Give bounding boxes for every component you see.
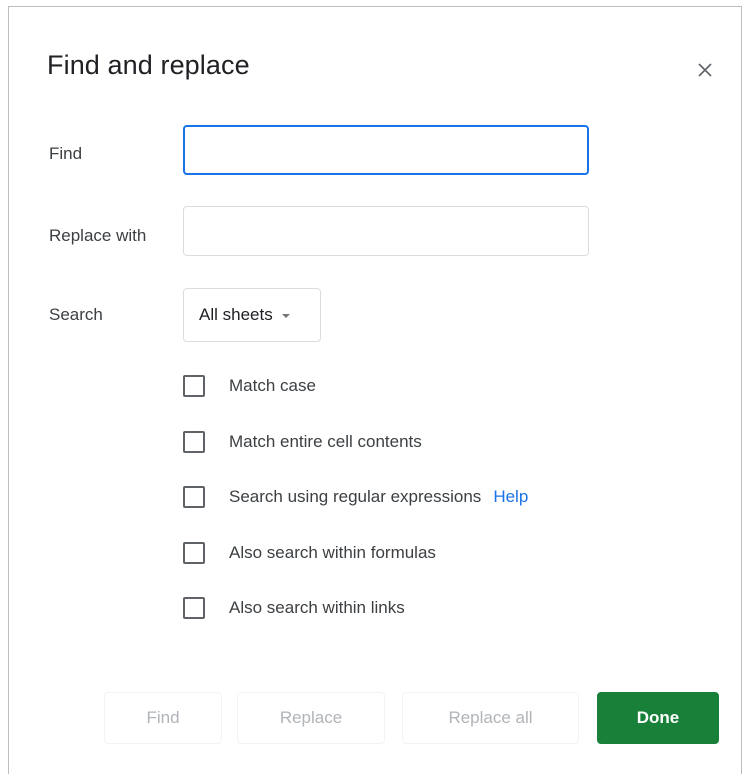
option-regex: Search using regular expressions Help [183, 483, 528, 511]
match-entire-cell-label: Match entire cell contents [229, 432, 422, 451]
find-label: Find [49, 144, 83, 163]
regex-checkbox[interactable] [183, 486, 205, 508]
option-search-links: Also search within links [183, 594, 405, 622]
option-match-case: Match case [183, 372, 316, 400]
close-button[interactable] [689, 54, 721, 86]
find-button[interactable]: Find [104, 692, 222, 744]
search-formulas-label: Also search within formulas [229, 543, 436, 562]
close-icon [698, 63, 712, 77]
find-replace-dialog: Find and replace Find Replace with Searc… [8, 6, 742, 774]
match-case-label: Match case [229, 376, 316, 395]
replace-with-label: Replace with [49, 226, 147, 245]
search-label: Search [49, 305, 103, 324]
search-formulas-checkbox[interactable] [183, 542, 205, 564]
search-links-label: Also search within links [229, 598, 405, 617]
replace-with-input[interactable] [183, 206, 589, 256]
search-links-checkbox[interactable] [183, 597, 205, 619]
match-case-checkbox[interactable] [183, 375, 205, 397]
dialog-title: Find and replace [47, 50, 250, 80]
help-link[interactable]: Help [493, 487, 528, 507]
find-input[interactable] [183, 125, 589, 175]
search-scope-value: All sheets [199, 305, 273, 324]
search-scope-dropdown[interactable]: All sheets [183, 288, 321, 342]
option-search-formulas: Also search within formulas [183, 539, 436, 567]
option-match-entire-cell: Match entire cell contents [183, 428, 422, 456]
regex-label: Search using regular expressions [229, 487, 482, 506]
replace-all-button[interactable]: Replace all [402, 692, 579, 744]
done-button[interactable]: Done [597, 692, 719, 744]
match-entire-cell-checkbox[interactable] [183, 431, 205, 453]
replace-button[interactable]: Replace [237, 692, 385, 744]
chevron-down-icon [281, 314, 290, 318]
